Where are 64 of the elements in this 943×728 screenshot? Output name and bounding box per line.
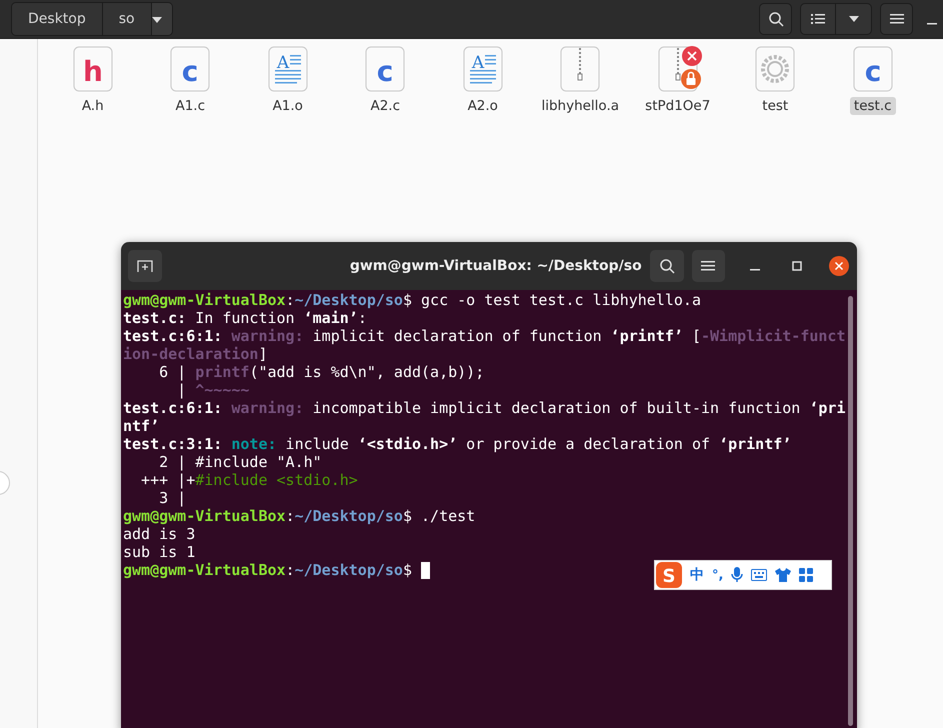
file-icon[interactable]: c [852, 46, 893, 92]
menu-icon [701, 260, 716, 272]
caret-icon [848, 16, 858, 22]
terminal-line: test.c:6:1: warning: incompatible implicit declaration of built-in function ‘pri [123, 399, 846, 417]
close-button[interactable] [827, 254, 851, 278]
minimize-icon [750, 269, 760, 271]
list-icon [811, 13, 825, 25]
menu-button[interactable] [692, 250, 726, 282]
terminal-line: gwm@gwm-VirtualBox:~/Desktop/so$ [123, 561, 412, 579]
search-button[interactable] [650, 250, 684, 282]
file-name[interactable]: stPd1Oe7 [641, 97, 714, 115]
file-name[interactable]: test [758, 97, 792, 115]
search-icon [768, 11, 784, 27]
terminal-line: add is 3 [123, 525, 196, 543]
file-name[interactable]: libhyhello.a [537, 97, 624, 115]
terminal-line: 6 | printf("add is %d\n", add(a,b)); [158, 363, 484, 381]
file-icon[interactable]: A [462, 46, 503, 92]
search-button[interactable] [759, 3, 792, 35]
new-tab-icon [136, 259, 153, 273]
file-name[interactable]: A1.o [268, 97, 307, 115]
terminal-line: ion-declaration] [123, 345, 268, 363]
file-name[interactable]: A1.c [171, 97, 210, 115]
terminal-line: ntf’ [123, 417, 160, 435]
path-dropdown-button[interactable] [152, 3, 172, 35]
terminal-line: test.c:6:1: warning: implicit declaration of function ‘printf’ [-Wimplicit-funct [123, 327, 846, 345]
terminal-line: 2 | #include "A.h" [158, 453, 322, 471]
file-name[interactable]: A2.o [464, 97, 502, 115]
search-icon [658, 258, 675, 274]
scrollbar[interactable] [848, 296, 853, 726]
menu-icon [890, 13, 904, 25]
file-icon[interactable]: A [268, 46, 308, 92]
caret-icon [152, 17, 162, 23]
terminal-line: test.c:3:1: note: include ‘<stdio.h>’ or provide a declaration of ‘printf’ [123, 435, 792, 453]
terminal-line: | ^~~~~~ [176, 381, 250, 399]
maximize-icon [792, 261, 802, 271]
grid-icon[interactable] [799, 568, 814, 582]
file-icon[interactable]: c [365, 46, 406, 92]
window-title: gwm@gwm-VirtualBox: ~/Desktop/so [348, 258, 642, 274]
minimize-icon [927, 23, 937, 25]
terminal-line: sub is 1 [123, 543, 196, 561]
keyboard-icon[interactable] [751, 569, 768, 581]
text-cursor [421, 562, 430, 579]
new-tab-button[interactable] [128, 250, 162, 282]
file-name[interactable]: A2.c [366, 97, 404, 115]
view-options-button[interactable] [836, 3, 872, 35]
file-name[interactable]: A.h [78, 97, 108, 115]
file-icon[interactable]: h [72, 46, 113, 92]
terminal-line: gwm@gwm-VirtualBox:~/Desktop/so$ ./test [123, 507, 476, 525]
shirt-icon[interactable] [775, 568, 792, 582]
punctuation-toggle[interactable]: °, [712, 568, 724, 582]
file-icon[interactable]: c [170, 46, 210, 92]
language-toggle[interactable]: 中 [690, 566, 704, 584]
terminal-line: 3 | [158, 489, 186, 507]
menu-button[interactable] [880, 3, 913, 35]
path-button[interactable]: Desktop [12, 3, 103, 35]
file-icon[interactable] [560, 46, 600, 92]
path-button[interactable]: so [102, 3, 152, 35]
terminal-line: test.c: In function ‘main’: [123, 309, 367, 327]
microphone-icon[interactable] [731, 567, 744, 583]
file-name[interactable]: test.c [850, 97, 896, 115]
list-view-button[interactable] [800, 3, 836, 35]
close-icon [829, 256, 850, 276]
terminal-line: +++ |+#include <stdio.h> [140, 471, 358, 489]
terminal-line: gwm@gwm-VirtualBox:~/Desktop/so$ gcc -o test test.c libhyhello.a [123, 291, 701, 309]
